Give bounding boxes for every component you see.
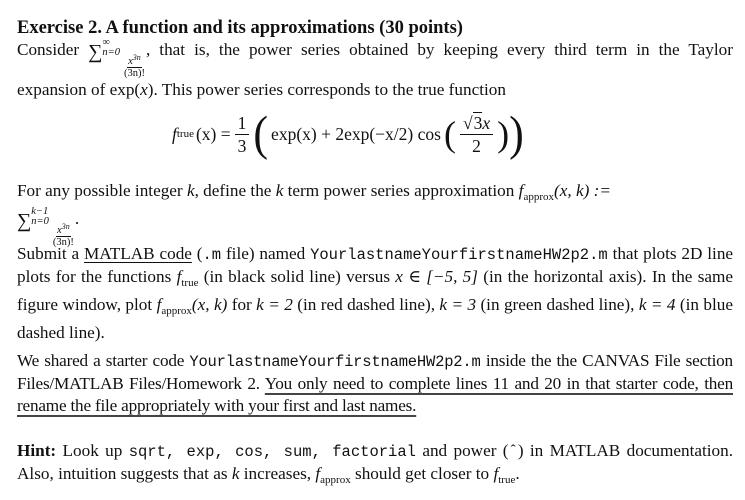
submit-filename: YourlastnameYourfirstnameHW2p2.m — [310, 246, 608, 264]
paren-close-inner: ) — [497, 114, 510, 154]
intro-text-end: ). This power series corresponds to the … — [147, 80, 506, 99]
submit-ext: .m — [202, 246, 222, 264]
submit-text6: for — [227, 295, 252, 314]
hint-f-true-sub: true — [498, 474, 516, 486]
approx-term-exp: 3n — [61, 222, 70, 231]
term-exp: 3n — [132, 53, 141, 62]
series-sum: ∑ ∞ n=0 x3n (3n)! — [88, 37, 146, 79]
hint-text4: increases, — [243, 464, 312, 483]
exercise-intro: Exercise 2. A function and its approxima… — [17, 17, 733, 101]
hint-text5: should get closer to — [355, 464, 490, 483]
exercise-page: Exercise 2. A function and its approxima… — [0, 0, 745, 500]
x-range: x ∈ [−5, 5] — [395, 267, 478, 286]
shared-text1: We shared a starter code — [17, 351, 185, 370]
k-2: k = 2 — [256, 295, 293, 314]
f-true-sub: true — [181, 277, 199, 289]
eq-sub: true — [176, 128, 194, 140]
series-term: x3n (3n)! — [123, 52, 146, 79]
eq-coef: 13 — [234, 112, 250, 157]
approx-k2: k — [275, 181, 284, 200]
paren-open-outer: ( — [253, 106, 269, 161]
true-function-equation: f true (x) = 13 ( exp(x) + 2exp(−x/2) cos… — [172, 104, 524, 164]
approx-k: k — [186, 181, 195, 200]
approx-sum-lower: n=0 — [31, 216, 49, 227]
submit-text4: (in black solid line) versus — [198, 267, 391, 286]
f-approx-args: (x, k) — [191, 295, 228, 314]
approx-text2: , define the — [194, 181, 272, 200]
paren-close-outer: ) — [509, 106, 524, 161]
submit-paragraph: Submit a MATLAB code (.m file) named You… — [17, 243, 733, 344]
submit-text2: file) named — [221, 244, 306, 263]
approx-text1: For any possible integer — [17, 181, 183, 200]
approx-definition: For any possible integer k, define the k… — [17, 180, 733, 248]
submit-text1: Submit a — [17, 244, 80, 263]
hint-text1: Look up — [62, 441, 123, 460]
submit-text7: (in red dashed line), — [292, 295, 435, 314]
hint-label: Hint: — [17, 441, 57, 460]
approx-f-sub: approx — [523, 191, 554, 203]
intro-paragraph: Consider ∑ ∞ n=0 x3n (3n)!, that is, the pow… — [17, 37, 733, 101]
hint-caret: ˆ — [508, 443, 518, 461]
coef-den: 3 — [237, 135, 247, 156]
shared-filename: YourlastnameYourfirstnameHW2p2.m — [189, 353, 481, 371]
hint-k: k — [231, 464, 240, 483]
term-den: (3n)! — [123, 68, 145, 79]
k-3: k = 3 — [439, 295, 477, 314]
k-4: k = 4 — [638, 295, 676, 314]
coef-num: 1 — [234, 112, 250, 135]
approx-args: (x, k) := — [554, 181, 611, 200]
matlab-code-link[interactable]: MATLAB code — [84, 244, 192, 263]
f-approx-sub: approx — [161, 305, 192, 317]
hint-end: . — [515, 464, 520, 483]
inner-den: 2 — [472, 135, 481, 156]
submit-paren: ( — [191, 244, 203, 263]
submit-text8: (in green dashed line), — [476, 295, 635, 314]
eq-inner-frac: √33xx2 — [459, 111, 494, 157]
hint-f-approx-sub: approx — [320, 474, 351, 486]
intro-x: x — [140, 80, 148, 99]
intro-consider: Consider — [17, 40, 80, 59]
paren-open-inner: ( — [443, 114, 456, 154]
hint-paragraph: Hint: Look up sqrt, exp, cos, sum, facto… — [17, 440, 733, 491]
approx-end: . — [74, 209, 80, 228]
eq-lhs-arg: (x) = — [195, 124, 231, 144]
hint-text2: and power ( — [422, 441, 509, 460]
hint-funcs: sqrt, exp, cos, sum, factorial — [128, 443, 416, 461]
eq-term: exp(x) + 2exp(−x/2) cos — [271, 124, 441, 144]
approx-text3: term power series approximation — [287, 181, 515, 200]
exercise-title: Exercise 2. A function and its approxima… — [17, 18, 463, 38]
inner-num: √33xx — [459, 111, 494, 135]
sum-lower: n=0 — [102, 47, 120, 58]
starter-code-paragraph: We shared a starter code YourlastnameYou… — [17, 350, 733, 417]
